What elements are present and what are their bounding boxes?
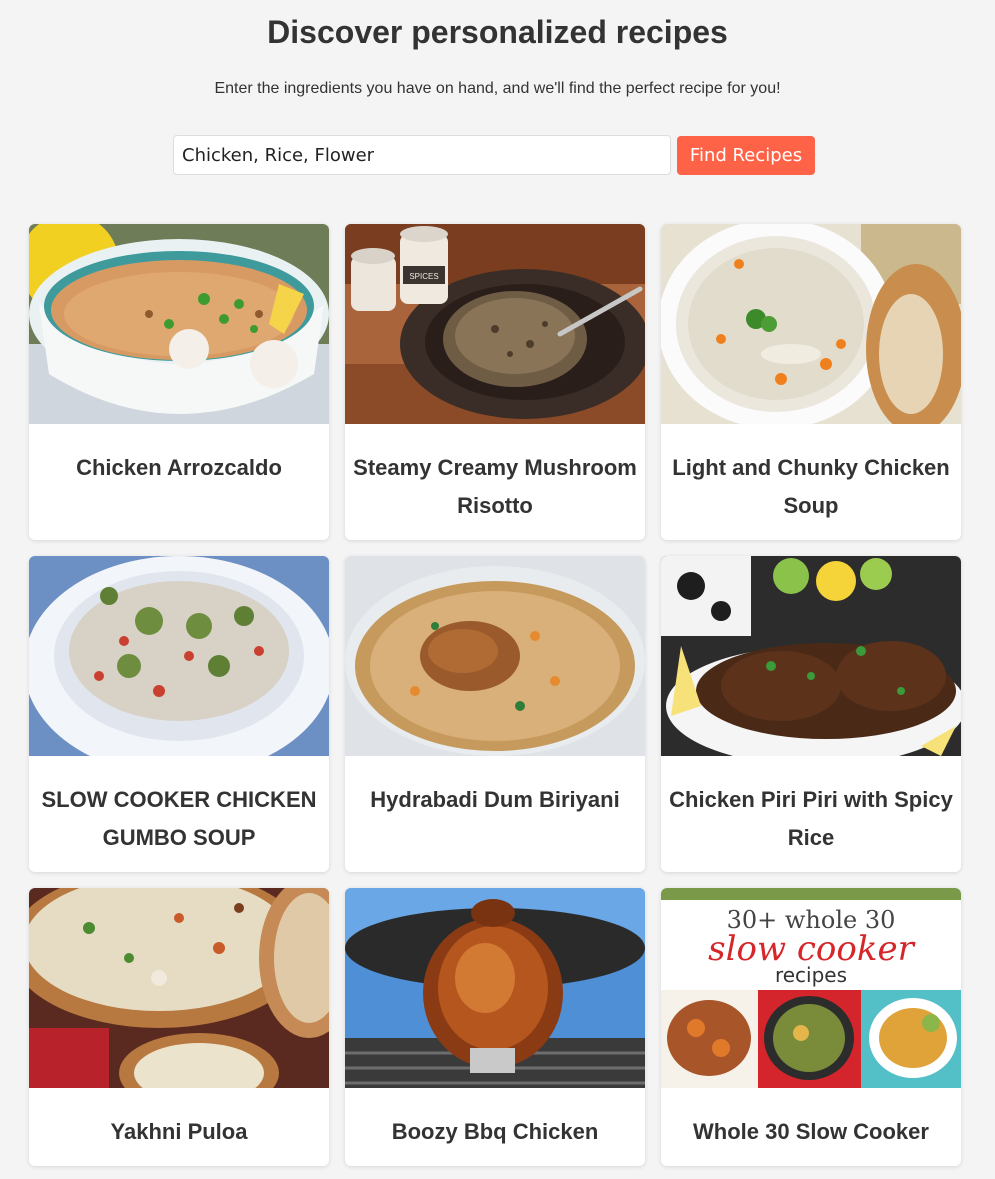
recipe-title: Boozy Bbq Chicken xyxy=(391,1119,599,1144)
recipe-card[interactable]: SPICES Steamy Creamy Mushroom Risotto xyxy=(345,224,645,540)
page-title: Discover personalized recipes xyxy=(267,14,728,50)
page: Discover personalized recipes Enter the … xyxy=(0,0,995,1179)
recipe-title: Yakhni Puloa xyxy=(110,1119,248,1144)
promo-line-3: recipes xyxy=(775,963,847,987)
recipe-image xyxy=(29,224,329,424)
recipe-image xyxy=(345,888,645,1088)
recipe-card[interactable]: Chicken Arrozcaldo xyxy=(29,224,329,540)
recipe-card[interactable]: SLOW COOKER CHICKEN GUMBO SOUP xyxy=(29,556,329,872)
recipe-grid: Chicken Arrozcaldo SPICES Steamy Creamy … xyxy=(29,224,961,1166)
recipe-image xyxy=(661,224,961,424)
recipe-title: Chicken Arrozcaldo xyxy=(76,455,282,480)
recipe-image xyxy=(345,556,645,756)
recipe-title: Light and Chunky Chicken Soup xyxy=(672,455,950,518)
recipe-title: Hydrabadi Dum Biriyani xyxy=(370,787,620,812)
recipe-card[interactable]: Chicken Piri Piri with Spicy Rice xyxy=(661,556,961,872)
recipe-title: SLOW COOKER CHICKEN GUMBO SOUP xyxy=(41,787,317,850)
recipe-image: 30+ whole 30 slow cooker recipes xyxy=(661,888,961,1088)
recipe-title: Whole 30 Slow Cooker xyxy=(693,1119,929,1144)
find-recipes-button[interactable]: Find Recipes xyxy=(677,136,815,175)
recipe-title: Chicken Piri Piri with Spicy Rice xyxy=(669,787,953,850)
recipe-card[interactable]: 30+ whole 30 slow cooker recipes Whole 3… xyxy=(661,888,961,1166)
recipe-image xyxy=(29,556,329,756)
recipe-card[interactable]: Boozy Bbq Chicken xyxy=(345,888,645,1166)
recipe-image xyxy=(661,556,961,756)
search-bar: Find Recipes xyxy=(173,135,815,175)
recipe-card[interactable]: Yakhni Puloa xyxy=(29,888,329,1166)
recipe-card[interactable]: Light and Chunky Chicken Soup xyxy=(661,224,961,540)
recipe-image: SPICES xyxy=(345,224,645,424)
recipe-card[interactable]: Hydrabadi Dum Biriyani xyxy=(345,556,645,872)
ingredients-input[interactable] xyxy=(173,135,671,175)
spices-jar-label: SPICES xyxy=(409,272,438,281)
page-subtitle: Enter the ingredients you have on hand, … xyxy=(214,80,781,97)
recipe-image xyxy=(29,888,329,1088)
recipe-title: Steamy Creamy Mushroom Risotto xyxy=(353,455,637,518)
